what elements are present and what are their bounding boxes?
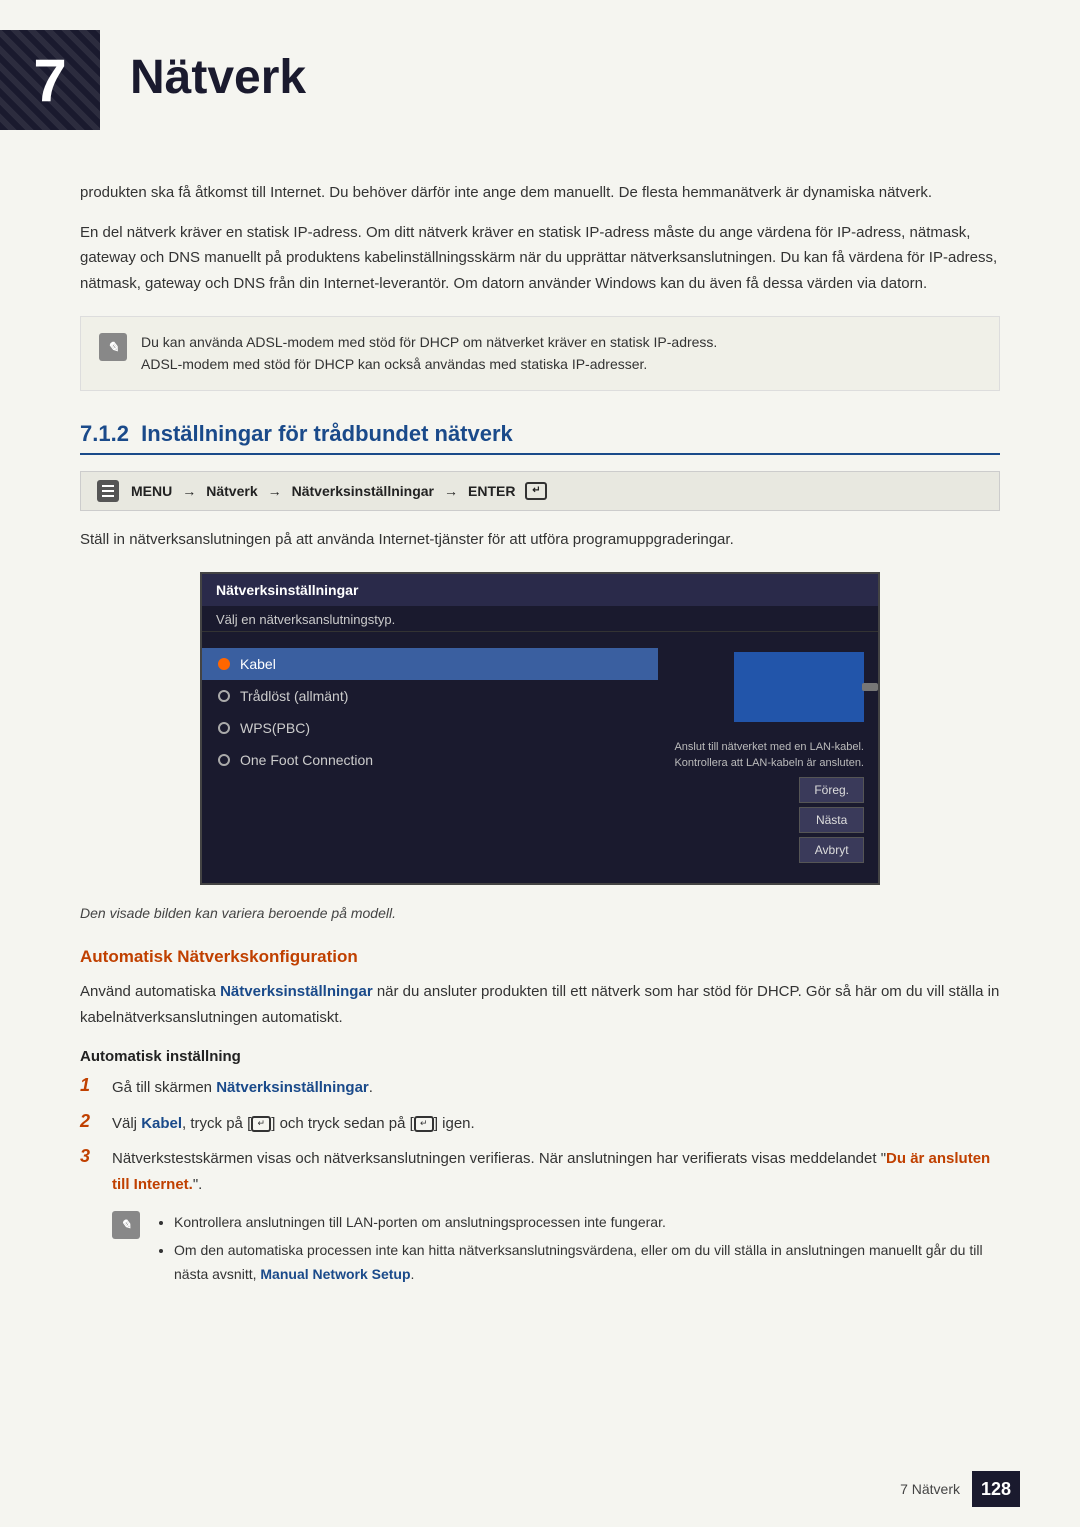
ui-option[interactable]: Trådlöst (allmänt) bbox=[202, 680, 658, 712]
ui-screenshot: Nätverksinställningar Välj en nätverksan… bbox=[200, 572, 880, 885]
menu-label: MENU bbox=[131, 483, 172, 499]
radio-icon bbox=[218, 658, 230, 670]
cable-connector-icon bbox=[862, 683, 878, 691]
ui-nav-button[interactable]: Föreg. bbox=[799, 777, 864, 803]
chapter-number: 7 bbox=[33, 46, 66, 115]
menu-path-box: MENU → Nätverk → Nätverksinställningar →… bbox=[80, 471, 1000, 511]
chapter-header: 7 Nätverk bbox=[0, 0, 1080, 150]
intro-text: Ställ in nätverksanslutningen på att anv… bbox=[80, 527, 1000, 553]
bullet-list: Kontrollera anslutningen till LAN-porten… bbox=[174, 1211, 1000, 1290]
ui-image-placeholder bbox=[734, 652, 864, 722]
caption-text: Den visade bilden kan variera beroende p… bbox=[80, 905, 1000, 921]
step-3-num: 3 bbox=[80, 1146, 100, 1167]
page-container: 7 Nätverk produkten ska få åtkomst till … bbox=[0, 0, 1080, 1527]
menu-icon bbox=[97, 480, 119, 502]
step-1-text: Gå till skärmen Nätverksinställningar. bbox=[112, 1075, 1000, 1101]
ui-subtitle: Välj en nätverksanslutningstyp. bbox=[202, 606, 878, 631]
step-note-icon: ✎ bbox=[112, 1211, 140, 1239]
enter-label: ENTER bbox=[468, 483, 515, 499]
enter-key-icon: ↵ bbox=[525, 482, 547, 500]
ui-options-area: KabelTrådlöst (allmänt)WPS(PBC)One Foot … bbox=[202, 632, 878, 883]
bullet-item-2: Om den automatiska processen inte kan hi… bbox=[174, 1239, 1000, 1287]
arrow-3: → bbox=[444, 483, 458, 499]
note-box: ✎ Du kan använda ADSL-modem med stöd för… bbox=[80, 316, 1000, 391]
footer-chapter-label: 7 Nätverk bbox=[900, 1481, 960, 1497]
step-note-box: ✎ Kontrollera anslutningen till LAN-port… bbox=[112, 1211, 1000, 1290]
menu-item-1: Nätverk bbox=[206, 483, 257, 499]
content-area: produkten ska få åtkomst till Internet. … bbox=[0, 180, 1080, 1290]
note-icon: ✎ bbox=[99, 333, 127, 361]
step-1: 1 Gå till skärmen Nätverksinställningar. bbox=[80, 1075, 1000, 1101]
step-2-num: 2 bbox=[80, 1111, 100, 1132]
ui-nav-button[interactable]: Avbryt bbox=[799, 837, 864, 863]
enter-icon-1: ↵ bbox=[251, 1116, 271, 1132]
radio-icon bbox=[218, 722, 230, 734]
ui-title-bar: Nätverksinställningar bbox=[202, 574, 878, 606]
page-footer: 7 Nätverk 128 bbox=[900, 1471, 1020, 1507]
ui-nav-buttons: Föreg. Nästa Avbryt bbox=[799, 777, 864, 863]
sub-intro-text: Använd automatiska Nätverksinställningar… bbox=[80, 979, 1000, 1030]
note-text: Du kan använda ADSL-modem med stöd för D… bbox=[141, 331, 717, 376]
step-2: 2 Välj Kabel, tryck på [↵] och tryck sed… bbox=[80, 1111, 1000, 1137]
intro-paragraph-1: produkten ska få åtkomst till Internet. … bbox=[80, 180, 1000, 206]
chapter-number-block: 7 bbox=[0, 30, 100, 130]
steps-heading: Automatisk inställning bbox=[80, 1048, 1000, 1065]
step-3: 3 Nätverkstestskärmen visas och nätverks… bbox=[80, 1146, 1000, 1197]
ui-nav-button[interactable]: Nästa bbox=[799, 807, 864, 833]
arrow-2: → bbox=[268, 483, 282, 499]
ui-option[interactable]: Kabel bbox=[202, 648, 658, 680]
ui-option[interactable]: WPS(PBC) bbox=[202, 712, 658, 744]
ui-options-list: KabelTrådlöst (allmänt)WPS(PBC)One Foot … bbox=[202, 642, 658, 873]
chapter-title: Nätverk bbox=[130, 30, 306, 105]
radio-icon bbox=[218, 754, 230, 766]
menu-item-2: Nätverksinställningar bbox=[292, 483, 434, 499]
ui-option[interactable]: One Foot Connection bbox=[202, 744, 658, 776]
manual-setup-link: Manual Network Setup bbox=[260, 1266, 410, 1282]
step-3-text: Nätverkstestskärmen visas och nätverksan… bbox=[112, 1146, 1000, 1197]
arrow-1: → bbox=[182, 483, 196, 499]
subsection-heading: Automatisk Nätverkskonfiguration bbox=[80, 947, 1000, 967]
section-heading: 7.1.2 Inställningar för trådbundet nätve… bbox=[80, 421, 1000, 455]
bullet-item-1: Kontrollera anslutningen till LAN-porten… bbox=[174, 1211, 1000, 1235]
enter-icon-2: ↵ bbox=[414, 1116, 434, 1132]
ui-description-text: Anslut till nätverket med en LAN-kabel. … bbox=[674, 740, 864, 771]
footer-page-number: 128 bbox=[972, 1471, 1020, 1507]
step-2-text: Välj Kabel, tryck på [↵] och tryck sedan… bbox=[112, 1111, 1000, 1137]
ui-right-panel: Anslut till nätverket med en LAN-kabel. … bbox=[658, 642, 878, 873]
step-1-num: 1 bbox=[80, 1075, 100, 1096]
intro-paragraph-2: En del nätverk kräver en statisk IP-adre… bbox=[80, 220, 1000, 297]
radio-icon bbox=[218, 690, 230, 702]
